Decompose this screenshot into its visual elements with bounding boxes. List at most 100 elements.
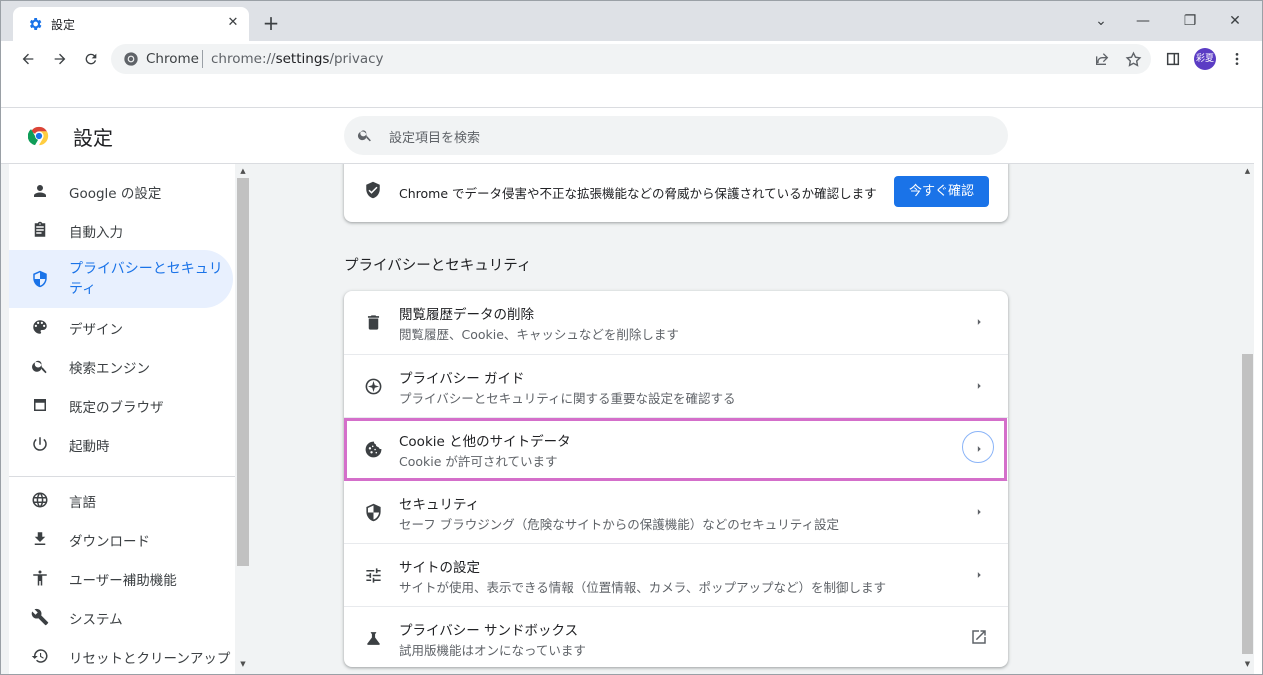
close-window-button[interactable]: ✕: [1221, 9, 1249, 33]
sidebar-scrollbar[interactable]: ▲ ▼: [237, 164, 249, 674]
browser-window: 設定 ✕ + ⌄ — ❐ ✕ Chrome chrome://settings/…: [0, 0, 1263, 675]
row-privacy-sandbox[interactable]: プライバシー サンドボックス 試用版機能はオンになっています: [344, 606, 1008, 670]
sidebar-item-label: 言語: [69, 495, 96, 511]
minimize-button[interactable]: —: [1129, 9, 1157, 33]
scroll-up-arrow-icon[interactable]: ▲: [239, 167, 247, 175]
scrollbar-thumb[interactable]: [237, 178, 249, 566]
divider: [202, 50, 203, 68]
sidebar-item-appearance[interactable]: デザイン: [9, 308, 233, 346]
row-title: プライバシー サンドボックス: [399, 623, 579, 639]
arrow-right-icon: [54, 53, 66, 65]
url-prefix: chrome://: [211, 51, 276, 67]
row-title: 閲覧履歴データの削除: [399, 307, 534, 323]
search-icon: [32, 360, 47, 374]
trash-icon: [367, 315, 380, 330]
restore-icon: [31, 649, 48, 663]
sidebar-item-google[interactable]: Google の設定: [9, 172, 233, 210]
download-icon: [34, 532, 46, 545]
settings-header: 設定 設定項目を検索: [1, 108, 1254, 164]
sidebar-item-label: 既定のブラウザ: [69, 400, 164, 416]
back-button[interactable]: [14, 45, 42, 73]
sidebar-item-languages[interactable]: 言語: [9, 481, 233, 519]
wrench-icon: [31, 608, 49, 626]
row-clear-browsing-data[interactable]: 閲覧履歴データの削除 閲覧履歴、Cookie、キャッシュなどを削除します: [344, 291, 1008, 354]
sidebar-divider: [9, 476, 235, 477]
arrow-right-icon: [977, 319, 981, 325]
row-subtitle: 試用版機能はオンになっています: [399, 643, 586, 658]
row-title: Cookie と他のサイトデータ: [399, 434, 571, 450]
sidebar-item-label: デザイン: [69, 322, 123, 338]
sidebar-item-reset[interactable]: リセットとクリーンアップ: [9, 637, 233, 674]
address-bar[interactable]: Chrome chrome://settings/privacy: [111, 44, 1151, 74]
privacy-settings-card: 閲覧履歴データの削除 閲覧履歴、Cookie、キャッシュなどを削除します プライ…: [344, 291, 1008, 667]
globe-icon: [32, 492, 48, 508]
row-subtitle: 閲覧履歴、Cookie、キャッシュなどを削除します: [399, 327, 679, 342]
sidebar-item-label: ダウンロード: [69, 534, 150, 550]
search-placeholder: 設定項目を検索: [389, 131, 481, 146]
sidebar-item-startup[interactable]: 起動時: [9, 425, 233, 463]
row-title: プライバシー ガイド: [399, 371, 525, 387]
sidebar: Google の設定 自動入力 プライバシーとセキュリティ デザイン 検索エンジ…: [9, 164, 235, 674]
scroll-down-arrow-icon[interactable]: ▼: [1243, 660, 1252, 668]
sidebar-item-accessibility[interactable]: ユーザー補助機能: [9, 559, 233, 597]
accessibility-icon: [33, 570, 47, 586]
forward-button[interactable]: [46, 45, 74, 73]
arrow-right-icon: [977, 446, 981, 452]
compass-icon: [365, 378, 382, 395]
browser-icon: [34, 399, 46, 411]
profile-avatar[interactable]: 彩夏: [1194, 48, 1216, 70]
tab-settings[interactable]: 設定 ✕: [13, 7, 249, 41]
sidebar-item-label: Google の設定: [69, 186, 162, 202]
row-site-settings[interactable]: サイトの設定 サイトが使用、表示できる情報（位置情報、カメラ、ポップアップなど）…: [344, 543, 1008, 607]
restore-button[interactable]: ❐: [1176, 9, 1204, 33]
row-title: セキュリティ: [399, 497, 480, 513]
url-host: settings: [275, 51, 330, 67]
sidebar-item-default-browser[interactable]: 既定のブラウザ: [9, 386, 233, 424]
scroll-up-arrow-icon[interactable]: ▲: [1243, 167, 1252, 175]
share-icon[interactable]: [1093, 51, 1111, 69]
sidebar-item-label: 自動入力: [69, 225, 123, 241]
bookmark-star-icon[interactable]: [1124, 51, 1142, 69]
sidebar-item-autofill[interactable]: 自動入力: [9, 211, 233, 249]
check-now-button[interactable]: 今すぐ確認: [894, 176, 989, 207]
power-icon: [33, 437, 47, 451]
row-security[interactable]: セキュリティ セーフ ブラウジング（危険なサイトからの保護機能）などのセキュリテ…: [344, 480, 1008, 544]
search-icon: [357, 130, 371, 142]
row-subtitle: Cookie が許可されています: [399, 454, 558, 469]
flask-icon: [367, 632, 380, 645]
arrow-right-icon: [977, 509, 981, 515]
sidebar-item-label: プライバシーとセキュリティ: [69, 261, 223, 297]
sidebar-item-privacy[interactable]: プライバシーとセキュリティ: [9, 250, 233, 308]
new-tab-button[interactable]: +: [259, 11, 283, 35]
row-cookies[interactable]: Cookie と他のサイトデータ Cookie が許可されています: [344, 417, 1008, 481]
sidebar-item-label: 起動時: [69, 439, 110, 455]
security-shield-icon: [366, 503, 381, 522]
safety-check-text: Chrome でデータ侵害や不正な拡張機能などの脅威から保護されているか確認しま…: [399, 186, 877, 201]
sidebar-item-search-engine[interactable]: 検索エンジン: [9, 347, 233, 385]
settings-search-input[interactable]: 設定項目を検索: [344, 116, 1008, 155]
row-privacy-guide[interactable]: プライバシー ガイド プライバシーとセキュリティに関する重要な設定を確認する: [344, 354, 1008, 418]
toolbar: Chrome chrome://settings/privacy 彩夏: [1, 41, 1262, 77]
sidebar-item-label: ユーザー補助機能: [69, 573, 177, 589]
tab-title: 設定: [51, 18, 76, 32]
tab-search-icon[interactable]: ⌄: [1087, 9, 1115, 33]
menu-kebab-icon[interactable]: [1225, 47, 1249, 71]
reload-button[interactable]: [77, 45, 105, 73]
arrow-right-icon: [977, 383, 981, 389]
open-in-new-icon: [972, 630, 986, 644]
gear-icon: [29, 18, 42, 30]
sidebar-item-label: リセットとクリーンアップ: [69, 651, 231, 667]
sidebar-item-downloads[interactable]: ダウンロード: [9, 520, 233, 558]
scroll-down-arrow-icon[interactable]: ▼: [239, 660, 247, 668]
close-tab-icon[interactable]: ✕: [223, 13, 243, 33]
tune-icon: [366, 568, 381, 583]
url-path: /privacy: [329, 51, 384, 67]
sidebar-item-system[interactable]: システム: [9, 598, 233, 636]
palette-icon: [33, 320, 47, 334]
shield-check-icon: [366, 181, 380, 199]
side-panel-icon[interactable]: [1161, 47, 1185, 71]
main-scrollbar[interactable]: ▲ ▼: [1241, 164, 1254, 674]
scrollbar-thumb[interactable]: [1242, 354, 1253, 654]
person-icon: [34, 185, 46, 197]
assignment-icon: [34, 221, 46, 237]
